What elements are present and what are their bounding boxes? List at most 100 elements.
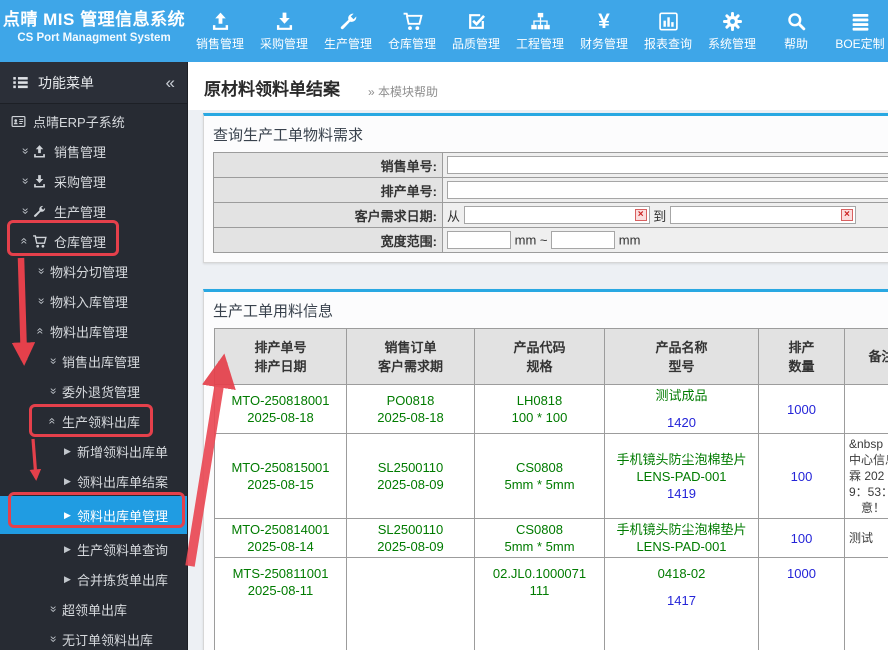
sidebar-item[interactable]: «无订单领料出库 — [0, 624, 187, 650]
date-to-input[interactable] — [669, 206, 856, 224]
width-min-input[interactable] — [447, 231, 511, 249]
qty-cell: 100 — [758, 433, 845, 519]
column-header: 备注 — [844, 328, 888, 385]
clear-date-from-icon[interactable]: × — [634, 209, 647, 221]
sidebar-item-label: 生产领料单查询 — [77, 542, 169, 558]
top-menu-item[interactable]: 生产管理 — [316, 0, 380, 62]
sidebar-item[interactable]: ▶ 合并拣货单出库 — [0, 564, 187, 594]
sidebar-item[interactable]: «物料入库管理 — [0, 286, 187, 316]
date-to-label: 到 — [653, 208, 667, 224]
clear-date-to-icon[interactable]: × — [840, 209, 853, 221]
top-menu-item[interactable]: 帮助 — [764, 0, 828, 62]
chevron-up-icon: « — [45, 417, 60, 425]
sidebar-item[interactable]: «物料分切管理 — [0, 256, 187, 286]
id-card-icon — [11, 114, 31, 129]
top-menu-item-label: 报表查询 — [643, 37, 692, 51]
column-header: 排产单号 排产日期 — [214, 328, 347, 385]
top-menu-item[interactable]: 品质管理 — [444, 0, 508, 62]
top-menu-item[interactable]: 工程管理 — [508, 0, 572, 62]
top-menu-item-label: 仓库管理 — [387, 37, 436, 51]
qty-cell: 1000 — [758, 384, 845, 434]
sidebar-item-label: 物料出库管理 — [50, 324, 129, 340]
qty-cell: 100 — [758, 518, 845, 558]
top-menu: 销售管理 采购管理 生产管理 仓库管理 品质管理 工程管理 ¥ 财务管理 报表查询 系统管理 帮助 B… — [188, 0, 888, 62]
sidebar-item[interactable]: ▶ 领料出库单结案 — [0, 466, 187, 496]
page-header: 原材料领料单结案 » 本模块帮助 — [188, 62, 888, 110]
wrench-icon — [32, 204, 52, 219]
collapse-sidebar-button[interactable]: « — [166, 74, 175, 91]
qty-link[interactable]: 1000 — [761, 401, 842, 418]
qty-link[interactable]: 1000 — [761, 565, 842, 582]
gear-icon — [700, 9, 764, 34]
date-from-input[interactable] — [463, 206, 650, 224]
top-menu-item-label: 生产管理 — [323, 37, 372, 51]
sidebar-item[interactable]: ▶ 生产领料单查询 — [0, 534, 187, 564]
main-content: 原材料领料单结案 » 本模块帮助 查询生产工单物料需求 销售单号: 排产单号: … — [188, 62, 888, 650]
sidebar-item[interactable]: « 销售管理 — [0, 136, 187, 166]
sidebar-item[interactable]: «委外退货管理 — [0, 376, 187, 406]
sidebar-item-label: 采购管理 — [54, 174, 107, 190]
product-name-cell: 手机镜头防尘泡棉垫片 LENS-PAD-001 — [604, 518, 759, 558]
top-menu-item-label: BOE定制 — [835, 37, 885, 51]
wrench-icon — [316, 9, 380, 34]
product-code-cell: 02.JL0.1000071 111 — [474, 557, 605, 650]
bar-chart-icon — [636, 9, 700, 34]
sales-order-label: 销售单号: — [213, 152, 443, 178]
play-icon: ▶ — [64, 445, 71, 456]
column-header: 产品代码 规格 — [474, 328, 605, 385]
yen-icon: ¥ — [598, 10, 610, 33]
top-menu-item[interactable]: 销售管理 — [188, 0, 252, 62]
product-code-cell: CS0808 5mm * 5mm — [474, 518, 605, 558]
sidebar-item[interactable]: 点晴ERP子系统 — [0, 106, 187, 136]
product-name-cell: 手机镜头防尘泡棉垫片 LENS-PAD-001 1419 — [604, 433, 759, 519]
sidebar-item[interactable]: « 采购管理 — [0, 166, 187, 196]
top-menu-item[interactable]: ¥ 财务管理 — [572, 0, 636, 62]
sidebar-item-label: 合并拣货单出库 — [77, 572, 169, 588]
sidebar-item[interactable]: «物料出库管理 — [0, 316, 187, 346]
sidebar-item[interactable]: « 仓库管理 — [0, 226, 187, 256]
sidebar-item-label: 无订单领料出库 — [62, 632, 154, 648]
top-menu-item[interactable]: 报表查询 — [636, 0, 700, 62]
top-menu-item[interactable]: 仓库管理 — [380, 0, 444, 62]
sidebar-item-label: 领料出库单结案 — [77, 474, 169, 490]
schedule-cell: MTO-250814001 2025-08-14 — [214, 518, 347, 558]
sales-order-input[interactable] — [447, 156, 888, 174]
chevron-down-icon: « — [33, 267, 48, 275]
qty-link[interactable]: 100 — [761, 468, 842, 485]
download-icon — [32, 174, 52, 189]
query-panel: 查询生产工单物料需求 销售单号: 排产单号: 客户需求日期: 从 × 到 × 宽… — [203, 113, 888, 263]
chevron-down-icon: « — [45, 605, 60, 613]
sidebar-item[interactable]: «超领单出库 — [0, 594, 187, 624]
sidebar-item-label: 点晴ERP子系统 — [33, 114, 125, 130]
query-panel-title: 查询生产工单物料需求 — [213, 127, 364, 144]
sidebar-item[interactable]: « 生产管理 — [0, 196, 187, 226]
top-menu-item[interactable]: 系统管理 — [700, 0, 764, 62]
width-max-input[interactable] — [551, 231, 616, 249]
chevron-down-icon: « — [45, 635, 60, 643]
schedule-no-input[interactable] — [447, 181, 888, 199]
width-end-unit: mm — [618, 232, 641, 248]
upload-icon — [32, 144, 52, 159]
top-menu-item[interactable]: BOE定制 — [828, 0, 888, 62]
chevron-down-icon: « — [45, 387, 60, 395]
module-help-link[interactable]: » 本模块帮助 — [368, 83, 438, 100]
product-id-link[interactable]: 1417 — [607, 592, 756, 609]
chevron-up-icon: « — [33, 327, 48, 335]
sidebar-item[interactable]: «生产领料出库 — [0, 406, 187, 436]
remark-cell: 测试 — [844, 518, 888, 558]
sidebar-item[interactable]: «销售出库管理 — [0, 346, 187, 376]
product-id-link[interactable]: 1420 — [607, 414, 756, 431]
sidebar-item[interactable]: ▶ 新增领料出库单 — [0, 436, 187, 466]
top-menu-item-label: 采购管理 — [259, 37, 308, 51]
sales-order-cell: SL2500110 2025-08-09 — [346, 433, 475, 519]
top-menu-item-label: 销售管理 — [195, 37, 244, 51]
top-menu-item[interactable]: 采购管理 — [252, 0, 316, 62]
sales-order-cell: SL2500110 2025-08-09 — [346, 518, 475, 558]
list-icon — [12, 74, 29, 91]
qty-link[interactable]: 100 — [761, 530, 842, 547]
sidebar-item[interactable]: ▶ 领料出库单管理 — [0, 496, 187, 534]
play-icon: ▶ — [64, 509, 71, 520]
product-id-link[interactable]: 1419 — [607, 485, 756, 502]
play-icon: ▶ — [64, 543, 71, 554]
sidebar-item-label: 物料分切管理 — [50, 264, 129, 280]
